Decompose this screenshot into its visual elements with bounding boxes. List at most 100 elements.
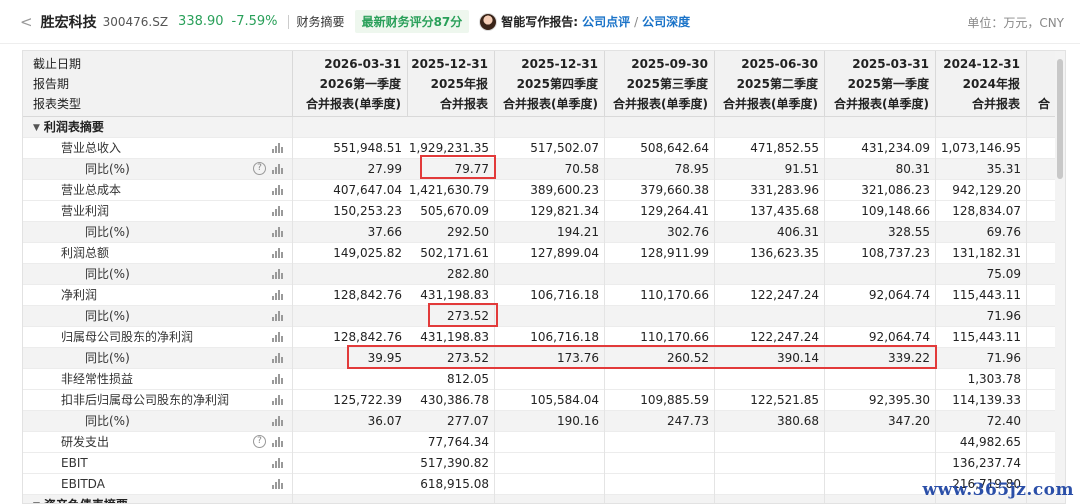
column-header[interactable]: 2026-03-31 2026第一季度 合并报表(单季度) <box>293 51 408 117</box>
financial-score-badge[interactable]: 最新财务评分87分 <box>354 10 470 33</box>
section-row[interactable]: ▼ 资产负债表摘要 <box>23 495 1057 503</box>
column-header[interactable]: 2025-12-31 2025第四季度 合并报表(单季度) <box>495 51 605 117</box>
row-label-text: 利润总额 <box>61 246 110 260</box>
column-divider <box>604 495 605 503</box>
column-divider <box>824 495 825 503</box>
table-cell: 618,915.08 <box>420 477 489 491</box>
column-divider <box>1026 348 1027 369</box>
company-review-link[interactable]: 公司点评 <box>582 13 630 30</box>
column-header[interactable]: 合 <box>1027 51 1057 117</box>
table-cell: 273.52 <box>447 309 489 323</box>
column-header-period: 2026第一季度 <box>319 77 401 91</box>
bar-chart-icon[interactable] <box>272 353 284 363</box>
table-cell: 942,129.20 <box>952 183 1021 197</box>
column-divider <box>1026 453 1027 474</box>
table-row: 营业利润 150,253.23 505,670.09 129,821.34 129,26… <box>23 201 1057 222</box>
column-divider <box>1026 222 1027 243</box>
company-depth-link[interactable]: 公司深度 <box>642 13 690 30</box>
table-row: 同比(%) 282.80 75.09 <box>23 264 1057 285</box>
table-cell: 247.73 <box>667 414 709 428</box>
bar-chart-icon[interactable] <box>272 227 284 237</box>
table-cell <box>715 369 819 389</box>
bar-chart-icon[interactable] <box>272 164 284 174</box>
column-header[interactable]: 2025-03-31 2025第一季度 合并报表(单季度) <box>825 51 936 117</box>
bar-chart-icon[interactable] <box>272 311 284 321</box>
table-cell: 77,764.34 <box>427 435 489 449</box>
column-header[interactable]: 2025-09-30 2025第三季度 合并报表(单季度) <box>605 51 715 117</box>
row-label-text: 净利润 <box>61 288 98 302</box>
column-header[interactable]: 2025-06-30 2025第二季度 合并报表(单季度) <box>715 51 825 117</box>
table-cell: 80.31 <box>895 162 930 176</box>
table-cell: 471,852.55 <box>750 141 819 155</box>
column-header-date: 2025-12-31 <box>411 57 488 71</box>
bar-chart-icon[interactable] <box>272 290 284 300</box>
table-row: 非经常性损益 812.05 1,303.78 <box>23 369 1057 390</box>
table-cell: 137,435.68 <box>750 204 819 218</box>
column-header[interactable]: 2024-12-31 2024年报 合并报表 <box>936 51 1027 117</box>
column-header-type: 合并报表 <box>971 97 1020 111</box>
column-divider <box>494 117 495 138</box>
table-cell: 71.96 <box>986 351 1021 365</box>
table-row: 利润总额 149,025.82 502,171.61 127,899.04 128,91… <box>23 243 1057 264</box>
section-row[interactable]: ▼ 利润表摘要 <box>23 117 1057 138</box>
help-icon[interactable]: ? <box>253 162 266 175</box>
table-row: 同比(%)? 27.99 79.77 70.58 78.95 91.51 80.31 35.3… <box>23 159 1057 180</box>
collapse-caret-icon[interactable]: ▼ <box>33 496 40 503</box>
bar-chart-icon[interactable] <box>272 248 284 258</box>
table-cell: 36.07 <box>367 414 402 428</box>
collapse-caret-icon[interactable]: ▼ <box>33 118 40 138</box>
table-cell <box>825 432 930 452</box>
column-header-period: 2025第二季度 <box>736 77 818 91</box>
bar-chart-icon[interactable] <box>272 416 284 426</box>
bar-chart-icon[interactable] <box>272 374 284 384</box>
help-icon[interactable]: ? <box>253 435 266 448</box>
vertical-scrollbar[interactable] <box>1055 51 1065 503</box>
column-divider <box>1026 159 1027 180</box>
bar-chart-icon[interactable] <box>272 437 284 447</box>
row-label: 利润总额 <box>61 243 109 263</box>
table-cell: 128,911.99 <box>640 246 709 260</box>
table-cell: 75.09 <box>986 267 1021 281</box>
bar-chart-icon[interactable] <box>272 206 284 216</box>
table-cell: 129,264.41 <box>640 204 709 218</box>
table-cell: 331,283.96 <box>750 183 819 197</box>
row-label-text: 利润表摘要 <box>43 120 104 134</box>
table-cell: 69.76 <box>986 225 1021 239</box>
table-cell: 260.52 <box>667 351 709 365</box>
ai-report-label: 智能写作报告: <box>501 15 579 29</box>
table-row: 净利润 128,842.76 431,198.83 106,716.18 110,170… <box>23 285 1057 306</box>
stock-price: 338.90 <box>178 14 224 29</box>
bar-chart-icon[interactable] <box>272 479 284 489</box>
column-divider <box>1026 432 1027 453</box>
table-cell <box>605 432 709 452</box>
scrollbar-thumb[interactable] <box>1057 59 1063 179</box>
table-row: EBITDA 618,915.08 216,719.80 <box>23 474 1057 495</box>
column-header-date: 2025-09-30 <box>631 57 708 71</box>
table-cell: 321,086.23 <box>861 183 930 197</box>
table-cell: 517,502.07 <box>530 141 599 155</box>
column-divider <box>494 495 495 503</box>
back-chevron-icon[interactable]: < <box>20 13 33 31</box>
column-header-type: 合并报表(单季度) <box>503 97 598 111</box>
table-cell: 92,064.74 <box>868 288 930 302</box>
tab-financial-summary[interactable]: 财务摘要 <box>297 13 345 30</box>
bar-chart-icon[interactable] <box>272 143 284 153</box>
row-label-text: 资产负债表摘要 <box>44 498 128 503</box>
column-header[interactable]: 2025-12-31 2025年报 合并报表 <box>408 51 495 117</box>
table-cell: 347.20 <box>888 414 930 428</box>
table-cell <box>495 474 599 494</box>
bar-chart-icon[interactable] <box>272 395 284 405</box>
table-cell <box>715 474 819 494</box>
table-cell <box>495 369 599 389</box>
table-cell: 1,929,231.35 <box>408 141 489 155</box>
bar-chart-icon[interactable] <box>272 332 284 342</box>
bar-chart-icon[interactable] <box>272 269 284 279</box>
bar-chart-icon[interactable] <box>272 185 284 195</box>
row-label: 净利润 <box>61 285 97 305</box>
table-cell <box>495 432 599 452</box>
column-header-type: 合并报表 <box>439 97 488 111</box>
table-cell <box>605 306 709 326</box>
table-row: 同比(%) 36.07 277.07 190.16 247.73 380.68 347.20… <box>23 411 1057 432</box>
bar-chart-icon[interactable] <box>272 458 284 468</box>
table-cell: 39.95 <box>367 351 402 365</box>
